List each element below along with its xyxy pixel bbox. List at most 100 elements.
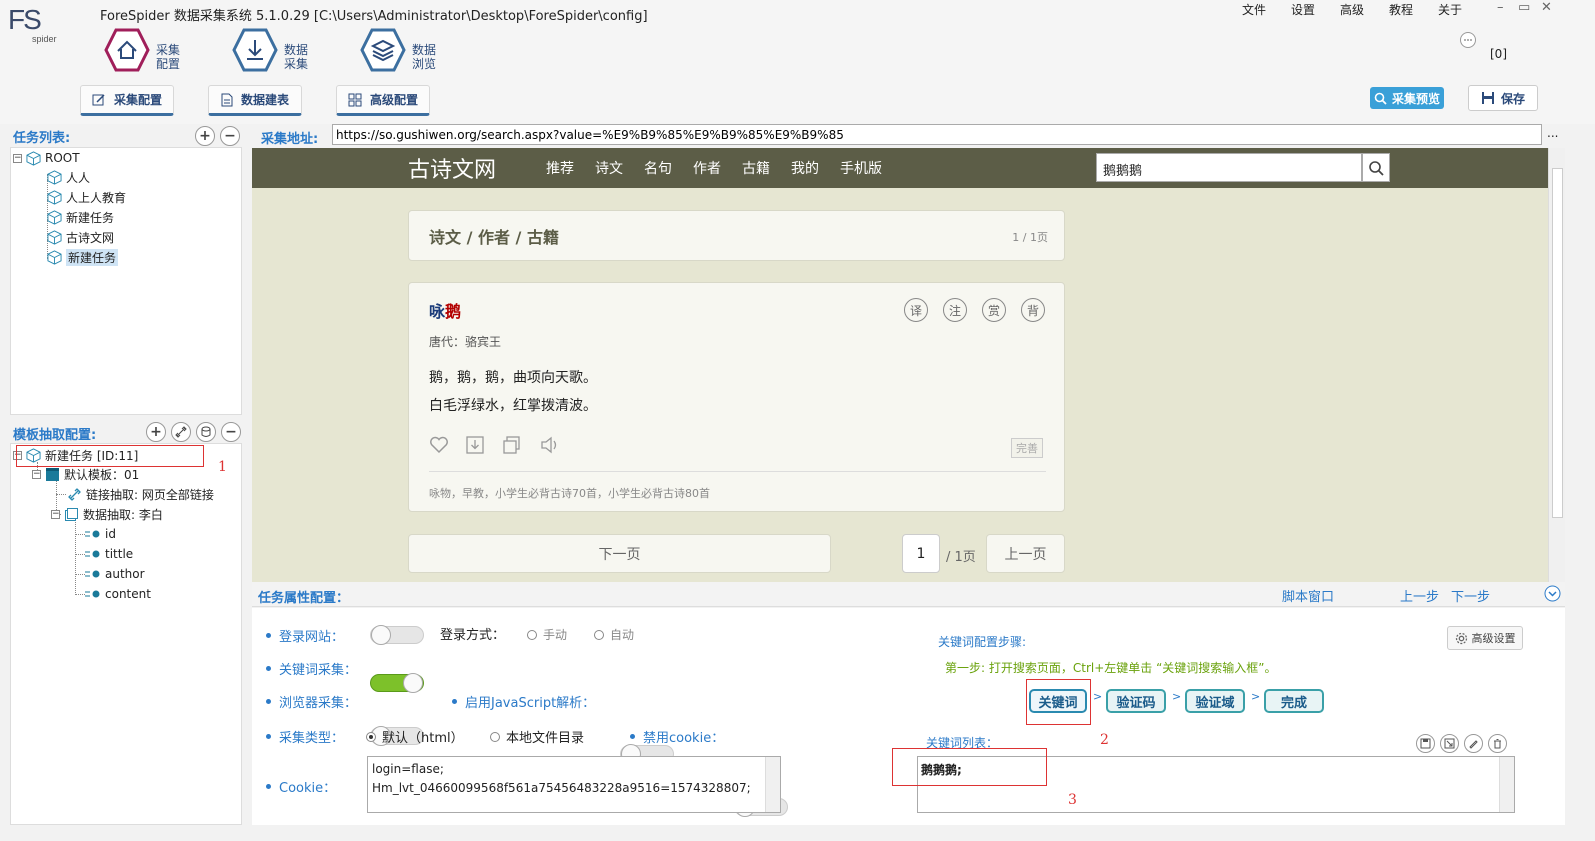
chevron-down-icon[interactable] [1544,585,1561,602]
menu-file[interactable]: 文件 [1242,1,1266,18]
tree-item[interactable]: 人人 [47,167,90,187]
browser-view[interactable]: 古诗文网 推荐 诗文 名句 作者 古籍 我的 手机版 鹅鹅鹅 诗文 / 作者 /… [252,148,1548,582]
field-item[interactable]: id [85,524,116,544]
field-icon [85,530,100,538]
next-step-link[interactable]: 下一步 [1451,586,1490,605]
annotate-icon[interactable]: 注 [943,298,967,322]
tree-item-selected[interactable]: 新建任务 [47,247,119,267]
search-icon [1374,92,1387,105]
site-search-input[interactable]: 鹅鹅鹅 [1096,153,1362,182]
maximize-button[interactable]: ▭ [1518,0,1530,15]
add-task-button[interactable]: + [195,126,215,146]
login-manual-radio[interactable]: 手动 [527,626,567,643]
gear-icon [1455,632,1467,644]
site-nav-item[interactable]: 名句 [644,158,672,178]
field-item[interactable]: content [85,584,151,604]
menu-settings[interactable]: 设置 [1291,1,1315,18]
keyword-collect-toggle[interactable] [370,673,424,693]
data-extract[interactable]: − 数据抽取: 李白 [51,504,163,524]
tree-item[interactable]: 人上人教育 [47,187,126,207]
add-template-button[interactable]: + [146,422,166,442]
poem-card: 咏鹅 译 注 赏 背 唐代：骆宾王 鹅，鹅，鹅，曲项向天歌。 白毛浮绿水，红掌拨… [408,282,1065,512]
task-tree: − ROOT 人人 人上人教育 新建任务 古诗文网 新建任务 [10,147,242,415]
link-template-button[interactable] [171,422,191,442]
minimize-button[interactable]: – [1497,0,1504,15]
subtab-advanced-config[interactable]: 高级配置 [336,85,430,116]
scroll-thumb[interactable] [1552,168,1563,518]
default-template[interactable]: − 默认模板：01 [32,464,139,484]
url-more-button[interactable]: ... [1547,126,1558,140]
close-button[interactable]: ✕ [1541,0,1552,15]
type-default-radio[interactable]: 默认（html） [366,727,464,746]
kw-edit-button[interactable] [1464,734,1483,753]
step-captcha-button[interactable]: 验证码 [1106,689,1166,713]
poem-tags[interactable]: 咏物，早教，小学生必背古诗70首，小学生必背古诗80首 [429,485,710,501]
cookie-textarea[interactable]: login=flase; Hm_lvt_04660099568f561a7545… [367,756,781,813]
translate-icon[interactable]: 译 [904,298,928,322]
download-icon[interactable] [466,436,484,454]
menu-about[interactable]: 关于 [1438,1,1462,18]
database-icon [201,426,211,437]
collect-preview-button[interactable]: 采集预览 [1370,87,1444,109]
speaker-icon[interactable] [540,436,560,454]
field-item[interactable]: author [85,564,145,584]
menu-advanced[interactable]: 高级 [1340,1,1364,18]
prev-page-button[interactable]: 上一页 [986,534,1065,573]
cookie-scrollbar[interactable] [765,757,780,812]
breadcrumb[interactable]: 诗文 / 作者 / 古籍 [429,224,559,248]
tab-data-collect[interactable]: 数据 采集 [232,27,352,75]
tree-root[interactable]: − ROOT [13,148,80,168]
appreciate-icon[interactable]: 赏 [982,298,1006,322]
browser-collect-label: 浏览器采集： [279,696,358,711]
site-logo[interactable]: 古诗文网 [408,152,496,184]
site-nav-item[interactable]: 古籍 [742,158,770,178]
link-icon [68,487,81,501]
page-number-input[interactable]: 1 [902,534,940,573]
login-site-toggle[interactable] [370,625,424,645]
data-template-button[interactable] [196,422,216,442]
script-window-link[interactable]: 脚本窗口 [1282,586,1334,605]
poem-title[interactable]: 咏鹅 [429,298,461,322]
kw-import-button[interactable] [1440,734,1459,753]
subtab-data-table[interactable]: 数据建表 [208,85,302,116]
message-icon[interactable] [1458,32,1478,50]
browser-scrollbar[interactable] [1548,148,1565,582]
type-local-radio[interactable]: 本地文件目录 [490,727,584,746]
step-finish-button[interactable]: 完成 [1264,689,1324,713]
next-page-button[interactable]: 下一页 [408,534,831,573]
menu-tutorial[interactable]: 教程 [1389,1,1413,18]
improve-badge[interactable]: 完善 [1011,438,1043,458]
site-nav-item[interactable]: 手机版 [840,158,882,178]
login-mode-label: 登录方式： [440,628,506,643]
link-extract[interactable]: 链接抽取: 网页全部链接 [67,484,214,504]
tree-item[interactable]: 古诗文网 [47,227,114,247]
remove-task-button[interactable]: − [220,126,240,146]
advanced-settings-button[interactable]: 高级设置 [1447,626,1523,650]
site-nav-item[interactable]: 作者 [693,158,721,178]
recite-icon[interactable]: 背 [1021,298,1045,322]
field-item[interactable]: tittle [85,544,133,564]
save-button[interactable]: 保存 [1468,85,1538,111]
site-nav-item[interactable]: 诗文 [595,158,623,178]
site-nav-item[interactable]: 我的 [791,158,819,178]
tree-item[interactable]: 新建任务 [47,207,114,227]
poem-author[interactable]: 骆宾王 [465,335,501,349]
tab-data-browse[interactable]: 数据 浏览 [360,27,480,75]
kw-scrollbar[interactable] [1499,757,1514,812]
prev-step-link[interactable]: 上一步 [1400,586,1439,605]
step1-hint: 第一步: 打开搜索页面，Ctrl+左键单击 “关键词搜索输入框”。 [945,661,1277,675]
remove-template-button[interactable]: − [221,422,241,442]
kw-save-button[interactable] [1416,734,1435,753]
kw-delete-button[interactable] [1488,734,1507,753]
heart-icon[interactable] [429,436,449,454]
step-verify-domain-button[interactable]: 验证域 [1185,689,1245,713]
site-search-button[interactable] [1362,153,1390,182]
url-input[interactable] [332,124,1542,145]
site-nav-item[interactable]: 推荐 [546,158,574,178]
layers-icon [360,28,406,72]
subtab-collect-config[interactable]: 采集配置 [80,85,174,116]
login-auto-radio[interactable]: 自动 [594,626,634,643]
copy-icon[interactable] [503,436,521,454]
cube-icon [47,229,62,245]
tab-collect-config[interactable]: 采集 配置 [104,27,224,75]
